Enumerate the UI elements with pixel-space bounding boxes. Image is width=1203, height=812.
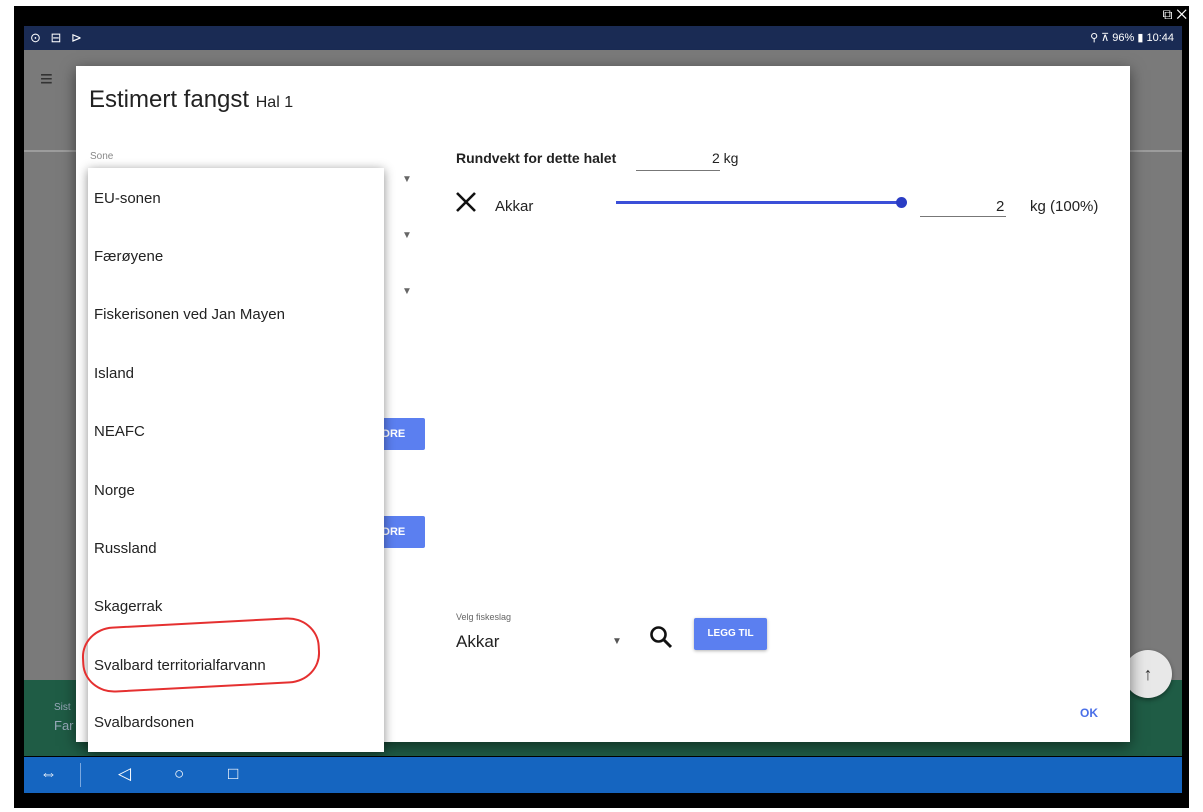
- velg-fiskeslag-label: Velg fiskeslag: [456, 612, 512, 622]
- field3-dropdown-caret[interactable]: ▼: [402, 286, 412, 297]
- species-kg-value: 2: [996, 198, 1005, 215]
- menu-icon[interactable]: ≡: [40, 66, 53, 92]
- rundvekt-label: Rundvekt for dette halet: [456, 150, 617, 166]
- remove-species-icon[interactable]: [454, 190, 478, 214]
- status-bar: ⊙ ⊟ ⊳ ⚲ ⊼ 96% ▮ 10:44: [24, 26, 1182, 50]
- dropdown-item-norge[interactable]: Norge: [94, 482, 135, 499]
- scroll-up-fab[interactable]: ↑: [1124, 650, 1172, 698]
- home-icon[interactable]: ○: [174, 764, 184, 784]
- status-right-info: ⚲ ⊼ 96% ▮ 10:44: [1090, 32, 1174, 44]
- legg-til-button[interactable]: LEGG TIL: [694, 618, 767, 650]
- species-weight-slider[interactable]: [616, 201, 904, 204]
- dropdown-item-eu-sonen[interactable]: EU-sonen: [94, 190, 161, 207]
- rundvekt-value: 2 kg: [712, 150, 739, 166]
- nav-divider: [80, 763, 81, 787]
- dropdown-item-jan-mayen[interactable]: Fiskerisonen ved Jan Mayen: [94, 306, 285, 323]
- dialog-title: Estimert fangst Hal 1: [89, 86, 293, 114]
- greenbar-text-2: Far: [54, 718, 74, 733]
- slider-knob[interactable]: [896, 197, 907, 208]
- dropdown-item-neafc[interactable]: NEAFC: [94, 423, 145, 440]
- status-left-icons: ⊙ ⊟ ⊳: [30, 30, 85, 45]
- window-controls[interactable]: ⧉ ✕: [1162, 6, 1187, 23]
- android-nav-bar: ⇔ ◁ ○ □: [24, 757, 1182, 793]
- ok-button[interactable]: OK: [1080, 706, 1098, 720]
- dialog-title-text: Estimert fangst: [89, 86, 250, 113]
- back-icon[interactable]: ◁: [118, 764, 131, 784]
- dropdown-item-svalbardsonen[interactable]: Svalbardsonen: [94, 714, 194, 731]
- rundvekt-field[interactable]: [636, 146, 720, 171]
- dropdown-item-island[interactable]: Island: [94, 365, 134, 382]
- velg-fiskeslag-value[interactable]: Akkar: [456, 632, 499, 652]
- dropdown-item-skagerrak[interactable]: Skagerrak: [94, 598, 162, 615]
- red-annotation-circle: [80, 615, 322, 695]
- velg-fiskeslag-caret[interactable]: ▼: [612, 636, 622, 647]
- greenbar-text-1: Sist: [54, 702, 71, 713]
- dropdown-item-russland[interactable]: Russland: [94, 540, 157, 557]
- species-kg-field[interactable]: [920, 192, 1006, 217]
- sone-label: Sone: [90, 151, 114, 162]
- dialog-subtitle: Hal 1: [255, 94, 294, 111]
- species-kg-unit: kg (100%): [1030, 198, 1099, 215]
- partially-hidden-button-2[interactable]: DRE: [378, 516, 425, 548]
- species-name: Akkar: [495, 198, 534, 215]
- partially-hidden-button-1[interactable]: DRE: [378, 418, 425, 450]
- sone-dropdown-caret[interactable]: ▼: [402, 174, 412, 185]
- search-icon[interactable]: [648, 624, 674, 650]
- recents-icon[interactable]: □: [228, 764, 238, 784]
- field2-dropdown-caret[interactable]: ▼: [402, 230, 412, 241]
- dropdown-item-faeroyene[interactable]: Færøyene: [94, 248, 163, 265]
- teamviewer-icon[interactable]: ⇔: [40, 764, 57, 784]
